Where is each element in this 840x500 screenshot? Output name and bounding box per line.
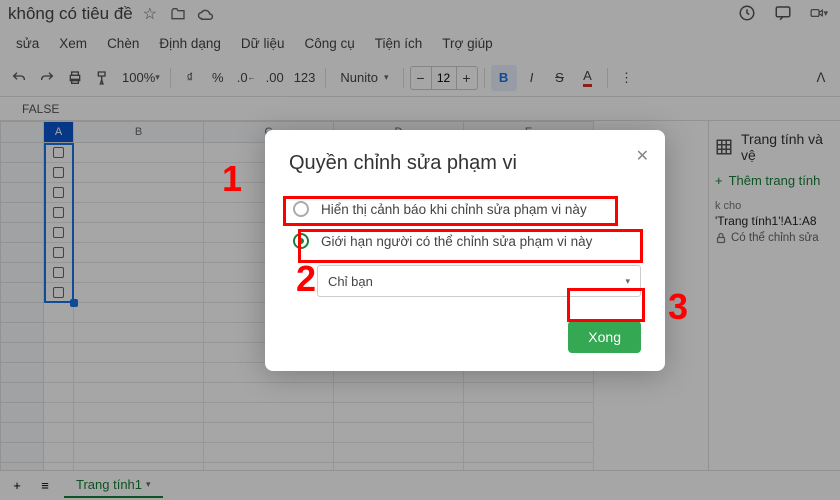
close-icon[interactable]: ✕	[636, 146, 649, 166]
radio-label-restrict: Giới hạn người có thể chỉnh sửa phạm vi …	[321, 234, 592, 249]
radio-unchecked-icon	[293, 201, 309, 217]
restrict-select[interactable]: Chỉ bạn ▾	[317, 265, 641, 297]
radio-option-warning[interactable]: Hiển thị cảnh báo khi chỉnh sửa phạm vi …	[289, 193, 641, 225]
chevron-down-icon: ▾	[625, 276, 630, 287]
select-value: Chỉ bạn	[328, 274, 373, 289]
range-permissions-dialog: ✕ Quyền chỉnh sửa phạm vi Hiển thị cảnh …	[265, 130, 665, 371]
radio-option-restrict[interactable]: Giới hạn người có thể chỉnh sửa phạm vi …	[289, 225, 641, 257]
radio-checked-icon	[293, 233, 309, 249]
radio-label-warning: Hiển thị cảnh báo khi chỉnh sửa phạm vi …	[321, 202, 587, 217]
dialog-title: Quyền chỉnh sửa phạm vi	[289, 152, 641, 175]
done-button[interactable]: Xong	[568, 321, 641, 353]
